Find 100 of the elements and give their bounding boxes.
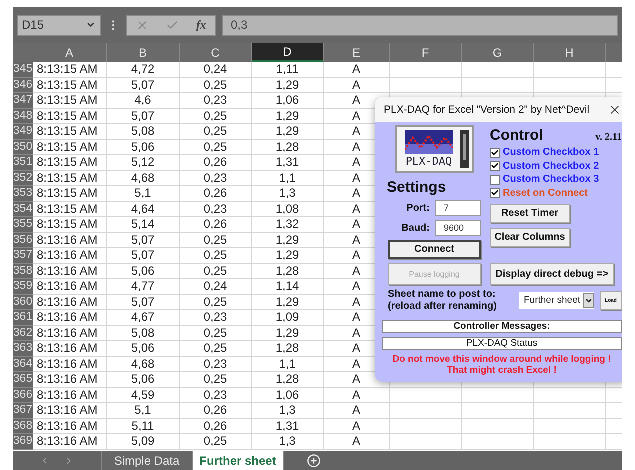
table-cell: 5,07 [107, 78, 180, 93]
table-cell: 5,08 [107, 326, 180, 341]
table-cell: 1,1 [252, 170, 324, 186]
dropdown-caret-icon [584, 296, 592, 304]
table-cell: A [324, 388, 390, 403]
table-cell: 0,23 [180, 310, 252, 326]
table-cell: 8:13:16 AM [33, 403, 107, 418]
row-number[interactable]: 353 [13, 186, 33, 202]
row-number[interactable]: 369 [13, 434, 33, 450]
table-cell: 8:13:16 AM [33, 356, 107, 372]
row-number[interactable]: 363 [13, 341, 33, 356]
table-cell: 5,07 [107, 294, 180, 310]
row-number[interactable]: 356 [13, 232, 33, 248]
row-number[interactable]: 349 [13, 124, 33, 140]
row-number[interactable]: 350 [13, 140, 33, 155]
table-cell: 5,11 [107, 418, 180, 434]
insert-function-button[interactable]: fx [196, 18, 206, 32]
row-number[interactable]: 358 [13, 264, 33, 279]
table-cell: 1,3 [252, 434, 324, 450]
checkbox[interactable] [490, 148, 500, 158]
sheet-select[interactable]: Further sheet [519, 292, 594, 309]
reset-timer-button[interactable]: Reset Timer [490, 204, 570, 223]
table-cell: 1,06 [252, 93, 324, 108]
row-number[interactable]: 368 [13, 418, 33, 434]
row-number[interactable]: 345 [13, 62, 33, 78]
row-number[interactable]: 367 [13, 403, 33, 418]
table-cell: 1,1 [252, 356, 324, 372]
table-cell: 0,25 [180, 232, 252, 248]
table-cell: 1,31 [252, 418, 324, 434]
clear-columns-button[interactable]: Clear Columns [490, 228, 570, 247]
table-cell: 5,07 [107, 248, 180, 264]
row-number[interactable]: 365 [13, 372, 33, 388]
table-cell: 8:13:16 AM [33, 232, 107, 248]
table-cell: 4,68 [107, 170, 180, 186]
table-cell: 1,29 [252, 108, 324, 124]
table-cell: 0,23 [180, 388, 252, 403]
table-cell: 5,1 [107, 403, 180, 418]
row-number[interactable]: 348 [13, 108, 33, 124]
row-number[interactable]: 360 [13, 294, 33, 310]
row-number[interactable]: 366 [13, 388, 33, 403]
sheet-tab[interactable]: Further sheet [193, 451, 284, 470]
row-number[interactable]: 355 [13, 217, 33, 232]
check-icon[interactable] [166, 18, 179, 32]
table-cell: 8:13:15 AM [33, 155, 107, 170]
row-number[interactable]: 346 [13, 78, 33, 93]
table-cell: 8:13:15 AM [33, 202, 107, 217]
table-cell: 0,25 [180, 294, 252, 310]
table-cell: 1,29 [252, 294, 324, 310]
formula-field[interactable]: 0,3 [222, 14, 618, 36]
settings-heading: Settings [387, 179, 448, 196]
row-number[interactable]: 352 [13, 170, 33, 186]
row-number[interactable]: 347 [13, 93, 33, 108]
table-cell: 0,26 [180, 418, 252, 434]
checkbox[interactable] [490, 161, 500, 172]
table-cell: 1,29 [252, 232, 324, 248]
logo-text: PLX-DAQ [406, 156, 452, 167]
column-header[interactable]: D [252, 43, 324, 62]
control-heading: Control [490, 127, 544, 144]
baud-field[interactable]: 9600 [435, 220, 481, 236]
table-cell: 4,77 [107, 279, 180, 294]
row-number[interactable]: 364 [13, 356, 33, 372]
connect-button[interactable]: Connect [388, 240, 481, 259]
table-cell: 8:13:16 AM [33, 264, 107, 279]
checkbox[interactable] [490, 174, 500, 185]
table-cell: 8:13:16 AM [33, 248, 107, 264]
table-cell: 5,06 [107, 264, 180, 279]
table-cell: 5,08 [107, 124, 180, 140]
table-cell: 0,26 [180, 186, 252, 202]
add-sheet-icon[interactable] [307, 454, 321, 468]
row-number[interactable]: 357 [13, 248, 33, 264]
table-cell: 8:13:15 AM [33, 186, 107, 202]
table-cell: 0,25 [180, 78, 252, 93]
table-cell: A [324, 62, 390, 78]
table-cell: 1,28 [252, 140, 324, 155]
table-cell: 4,6 [107, 93, 180, 108]
table-cell: 5,07 [107, 232, 180, 248]
row-number[interactable]: 361 [13, 310, 33, 326]
table-cell: 1,11 [252, 62, 324, 78]
table-cell: 8:13:16 AM [33, 326, 107, 341]
checkbox[interactable] [490, 188, 500, 198]
table-cell: A [324, 418, 390, 434]
table-cell: 4,59 [107, 388, 180, 403]
table-cell: 1,29 [252, 248, 324, 264]
table-cell: 0,25 [180, 326, 252, 341]
table-cell: 5,06 [107, 372, 180, 388]
table-cell: 4,67 [107, 310, 180, 326]
table-cell: 8:13:16 AM [33, 388, 107, 403]
display-debug-button[interactable]: Display direct debug => [490, 263, 614, 285]
table-cell: A [324, 434, 390, 450]
row-number[interactable]: 354 [13, 202, 33, 217]
table-cell: 0,23 [180, 93, 252, 108]
name-box[interactable]: D15 [17, 14, 101, 36]
table-cell: 1,3 [252, 186, 324, 202]
row-number[interactable]: 359 [13, 279, 33, 294]
row-number[interactable]: 362 [13, 326, 33, 341]
row-number[interactable]: 351 [13, 155, 33, 170]
sheet-name-label: Sheet name to post to: (reload after renaming) [388, 289, 497, 312]
table-cell: 5,06 [107, 341, 180, 356]
port-field[interactable]: 7 [435, 200, 481, 216]
table-cell: 8:13:15 AM [33, 124, 107, 140]
